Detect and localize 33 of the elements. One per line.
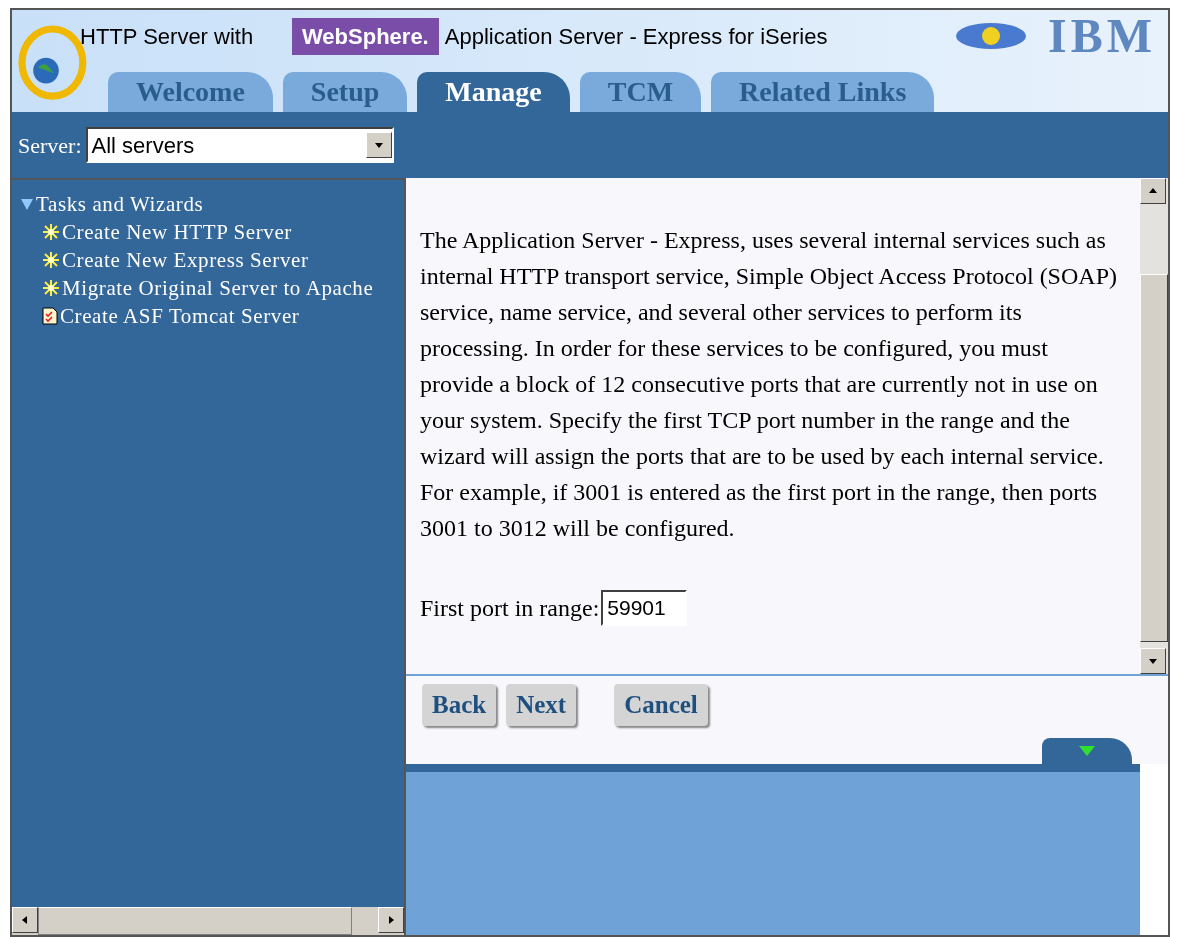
company-logo: IBM bbox=[1048, 12, 1156, 60]
sparkle-icon bbox=[42, 251, 60, 269]
wizard-button[interactable]: Back bbox=[422, 684, 497, 726]
eye-icon bbox=[954, 20, 1028, 52]
description-paragraph: The Application Server - Express, uses several internal services such as internal HTTP transport service, Simple Object Access Protocol (SOAP) service, name service, and several other services to perform its processing. In order for these services to be configured, you must provide a block of 12 consecutive ports that are currently not in use on your system. Specify the first TCP port number in the range and the wizard will assign the ports that are to be used by each internal service. For example, if 3001 is entered as the first port in the range, then ports 3001 to 3012 will be configured. bbox=[420, 226, 1118, 543]
scroll-up-button[interactable] bbox=[1140, 178, 1166, 204]
scroll-thumb[interactable] bbox=[1140, 274, 1168, 642]
tree-item[interactable]: Create New Express Server bbox=[62, 246, 309, 274]
down-triangle-icon bbox=[1079, 746, 1095, 756]
wizard-button[interactable]: Cancel bbox=[614, 684, 708, 726]
tree-item[interactable]: Migrate Original Server to Apache bbox=[62, 274, 374, 302]
wizard-button[interactable]: Next bbox=[506, 684, 577, 726]
server-dropdown[interactable]: All servers bbox=[85, 127, 394, 163]
app-title: HTTP Server with bbox=[80, 22, 255, 51]
scroll-left-button[interactable] bbox=[12, 907, 38, 933]
brand-badge: WebSphere. bbox=[292, 17, 439, 55]
nav-tab[interactable]: Manage bbox=[417, 72, 570, 112]
expanded-triangle-icon[interactable] bbox=[20, 197, 34, 211]
scroll-down-button[interactable] bbox=[1140, 648, 1166, 674]
collapse-tab[interactable] bbox=[1042, 738, 1132, 764]
port-input-field[interactable]: 59901 bbox=[601, 590, 688, 626]
tree-item[interactable]: Create New HTTP Server bbox=[62, 218, 292, 246]
scroll-right-button[interactable] bbox=[378, 907, 404, 933]
checklist-icon bbox=[42, 307, 58, 325]
server-label: Server: bbox=[18, 131, 82, 160]
app-subtitle: Application Server - Express for iSeries bbox=[444, 22, 828, 51]
sparkle-icon bbox=[42, 279, 60, 297]
dropdown-arrow-button[interactable] bbox=[365, 132, 392, 158]
tree-item[interactable]: Create ASF Tomcat Server bbox=[60, 302, 300, 330]
field-label: First port in range: bbox=[420, 594, 600, 623]
sparkle-icon bbox=[42, 223, 60, 241]
horizontal-scrollbar[interactable] bbox=[38, 907, 352, 935]
tree-item[interactable]: Tasks and Wizards bbox=[36, 190, 204, 218]
